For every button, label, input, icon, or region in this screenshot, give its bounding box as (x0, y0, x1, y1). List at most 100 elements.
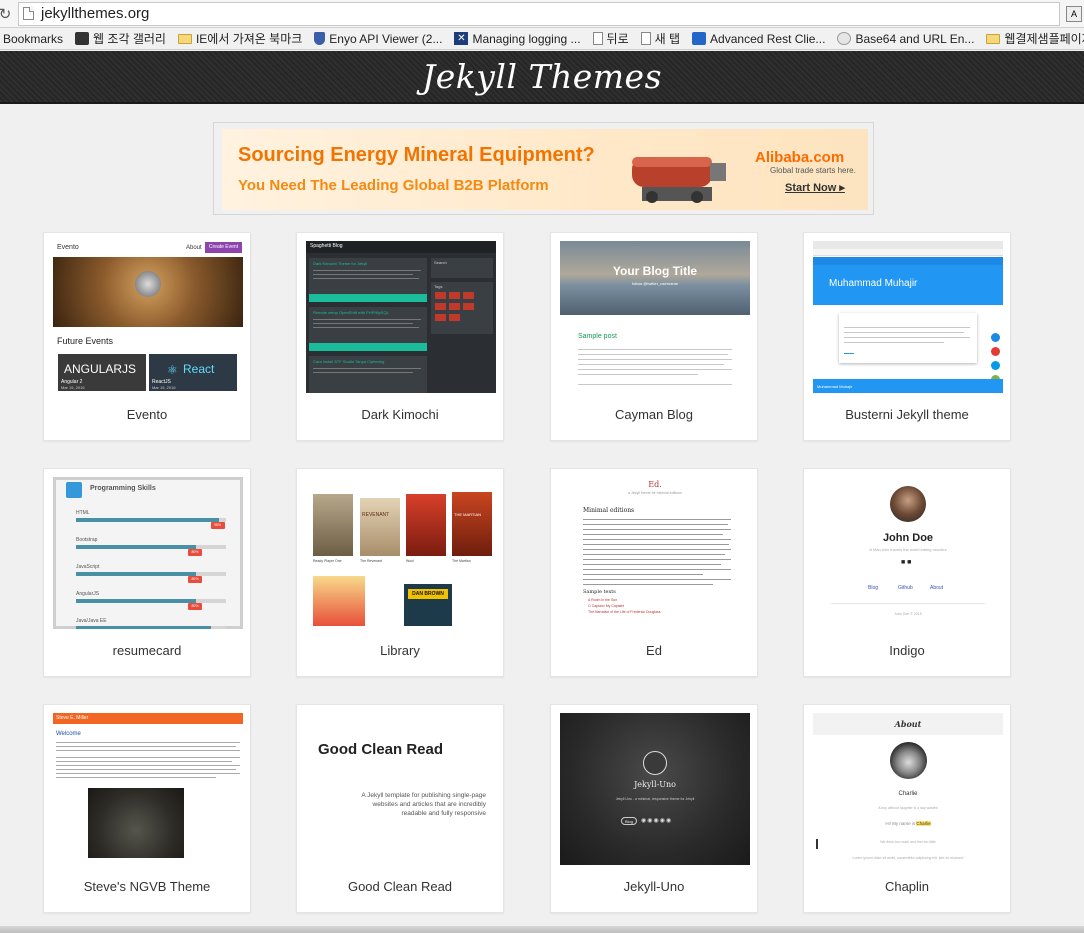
evento-brand: Evento (57, 244, 79, 251)
ngvb-navbar: Steve E. Miller (53, 713, 243, 724)
theme-name[interactable]: Cayman Blog (551, 407, 757, 422)
ed-link: O Captain! My Captain! (588, 604, 625, 608)
kimochi-post: Cara install STF Studio Tanpa Ciphering (309, 356, 427, 393)
bookmark-item[interactable]: 웹 조각 갤러리 (75, 30, 166, 47)
theme-name[interactable]: Steve's NGVB Theme (44, 879, 250, 894)
theme-thumbnail[interactable]: REVENANT THE MARTIAN Ready Player One Th… (306, 477, 496, 629)
gcr-desc: A Jekyll template for publishing single-… (361, 792, 486, 799)
bookmark-label: Managing logging ... (472, 31, 581, 46)
skill-percent-badge: 80% (188, 576, 202, 583)
uno-title: Jekyll-Uno (634, 780, 676, 789)
theme-card-good-clean-read[interactable]: Good Clean Read A Jekyll template for pu… (296, 704, 504, 913)
bookmark-item[interactable]: Enyo API Viewer (2... (314, 32, 442, 46)
bookmark-apps[interactable]: Bookmarks (3, 32, 63, 46)
book-cover (313, 494, 353, 556)
greeting-prefix: Hi! My name is (885, 821, 916, 826)
avatar-icon (643, 751, 667, 775)
theme-card-busterni[interactable]: Muhammad Muhajir Muhammad Muhajir Buster… (803, 232, 1011, 441)
skill-bar-track (76, 518, 226, 522)
folder-icon (177, 33, 192, 44)
bookmark-folder[interactable]: 웹결제샘플페이지 (986, 30, 1084, 47)
theme-name[interactable]: Indigo (804, 643, 1010, 658)
skill-bar-fill (76, 599, 196, 603)
ed-link: A Room in the Sun (588, 598, 618, 602)
ad-creative[interactable]: Sourcing Energy Mineral Equipment? You N… (222, 129, 868, 210)
theme-card-evento[interactable]: Evento About Create Event Future Events … (43, 232, 251, 441)
react-logo-text: React (183, 362, 215, 376)
theme-name[interactable]: resumecard (44, 643, 250, 658)
theme-name[interactable]: Library (297, 643, 503, 658)
theme-thumbnail[interactable]: Jekyll-Uno Jekyll Uno - a minimal, respo… (560, 713, 750, 865)
bookmark-item[interactable]: 새 탭 (640, 30, 680, 47)
chaplin-line: We think too much and feel too little (880, 840, 936, 844)
book-cover (406, 494, 446, 556)
page-icon (640, 32, 651, 45)
skill-bar-track (76, 572, 226, 576)
site-title[interactable]: Jekyll Themes (422, 57, 662, 96)
bookmark-item[interactable]: Advanced Rest Clie... (692, 32, 825, 46)
theme-thumbnail[interactable]: Evento About Create Event Future Events … (53, 241, 243, 393)
horizontal-scrollbar[interactable] (0, 926, 1084, 933)
theme-name[interactable]: Jekyll-Uno (551, 879, 757, 894)
bookmark-item[interactable]: ✕ Managing logging ... (454, 31, 581, 46)
theme-card-indigo[interactable]: John Doe A Man who travels the world eat… (803, 468, 1011, 677)
skill-bar-track (76, 626, 226, 629)
ad-banner: Sourcing Energy Mineral Equipment? You N… (213, 122, 874, 215)
url-text[interactable]: jekyllthemes.org (41, 5, 149, 22)
bookmark-label: Bookmarks (3, 31, 64, 46)
bookmark-folder[interactable]: IE에서 가져온 북마크 (177, 30, 302, 47)
theme-card-dark-kimochi[interactable]: Spaghetti Blog Dark Kimochi Theme for Je… (296, 232, 504, 441)
theme-card-ed[interactable]: Ed. a Jekyll theme for minimal editions … (550, 468, 758, 677)
book-title: Ready Player One (313, 559, 342, 563)
skill-name: AngularJS (76, 591, 100, 597)
theme-name[interactable]: Ed (551, 643, 757, 658)
chaplin-caption: A boy without laughter is a day wasted (878, 806, 938, 810)
theme-name[interactable]: Good Clean Read (297, 879, 503, 894)
theme-card-library[interactable]: REVENANT THE MARTIAN Ready Player One Th… (296, 468, 504, 677)
indigo-nav-about: About (930, 585, 944, 591)
theme-thumbnail[interactable]: About Charlie A boy without laughter is … (813, 713, 1003, 865)
evento-heading: Future Events (57, 336, 114, 346)
url-field[interactable]: jekyllthemes.org (18, 1, 1060, 26)
theme-thumbnail[interactable]: Ed. a Jekyll theme for minimal editions … (560, 477, 750, 629)
theme-name[interactable]: Evento (44, 407, 250, 422)
theme-card-chaplin[interactable]: About Charlie A boy without laughter is … (803, 704, 1011, 913)
event-card-react: React ⚛ ReactJS Mar 15, 2016 (149, 354, 237, 391)
theme-card-jekyll-uno[interactable]: Jekyll-Uno Jekyll Uno - a minimal, respo… (550, 704, 758, 913)
bookmark-label: 뒤로 (606, 32, 629, 46)
bookmark-item[interactable]: 뒤로 (592, 30, 629, 47)
post-title: Dark Kimochi Theme for Jekyll (313, 261, 368, 266)
alibaba-tagline: Global trade starts here. (770, 166, 856, 175)
theme-thumbnail[interactable]: John Doe A Man who travels the world eat… (813, 477, 1003, 629)
chaplin-name: Charlie (898, 791, 918, 797)
ed-tagline: a Jekyll theme for minimal editions (628, 491, 682, 495)
greeting-name: Charlie (916, 821, 931, 826)
theme-card-resumecard[interactable]: Programming Skills HTML 95% Bootstrap 80% Ja… (43, 468, 251, 677)
theme-thumbnail[interactable]: Spaghetti Blog Dark Kimochi Theme for Je… (306, 241, 496, 393)
gcr-desc: readable and fully responsive (401, 810, 486, 817)
theme-thumbnail[interactable]: Good Clean Read A Jekyll template for pu… (306, 713, 496, 865)
skill-percent-badge: 95% (210, 522, 225, 529)
skill-bar-fill (76, 518, 219, 522)
uno-tagline: Jekyll Uno - a minimal, responsive theme… (615, 797, 695, 801)
start-now-link[interactable]: Start Now ▸ (785, 181, 845, 194)
ball-mill-image (632, 157, 726, 203)
cayman-title: Your Blog Title (612, 264, 698, 278)
theme-thumbnail[interactable]: Programming Skills HTML 95% Bootstrap 80% Ja… (53, 477, 243, 629)
search-label: Search (434, 260, 447, 265)
theme-thumbnail[interactable]: Steve E. Miller Welcome (53, 713, 243, 865)
skill-percent-badge: 80% (188, 549, 202, 556)
busterni-hero: Muhammad Muhajir (813, 265, 1003, 305)
theme-thumbnail[interactable]: Your Blog Title follow @twitter_username… (560, 241, 750, 393)
theme-card-ngvb[interactable]: Steve E. Miller Welcome Steve's NGVB The… (43, 704, 251, 913)
book-cover: THE MARTIAN (452, 492, 492, 556)
theme-thumbnail[interactable]: Muhammad Muhajir Muhammad Muhajir (813, 241, 1003, 393)
reload-icon[interactable]: ↻ (0, 5, 14, 23)
indigo-bio: A Man who travels the world eating noodl… (869, 547, 947, 552)
theme-name[interactable]: Busterni Jekyll theme (804, 407, 1010, 422)
theme-name[interactable]: Dark Kimochi (297, 407, 503, 422)
theme-card-cayman-blog[interactable]: Your Blog Title follow @twitter_username… (550, 232, 758, 441)
bookmark-item[interactable]: Base64 and URL En... (837, 32, 974, 46)
theme-name[interactable]: Chaplin (804, 879, 1010, 894)
translate-icon[interactable]: A (1066, 5, 1082, 22)
